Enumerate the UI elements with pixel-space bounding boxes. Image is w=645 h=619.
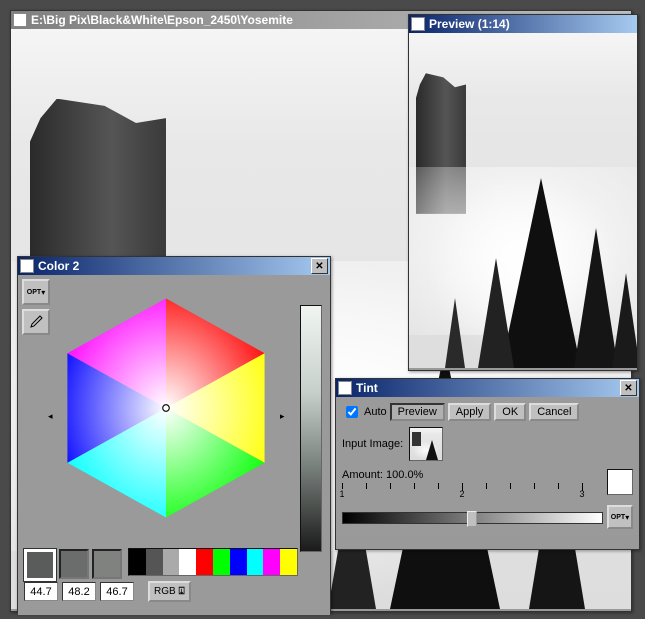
preview-window: Preview (1:14) xyxy=(408,14,638,371)
close-button[interactable]: ✕ xyxy=(311,258,328,274)
value-3-input[interactable] xyxy=(100,582,134,601)
window-icon xyxy=(20,259,34,273)
ok-button[interactable]: OK xyxy=(494,403,526,421)
color-panel-body: OPT▾ xyxy=(18,275,330,615)
color-titlebar[interactable]: Color 2 ✕ xyxy=(18,257,330,275)
input-image-thumbnail[interactable] xyxy=(409,427,443,461)
color-window: Color 2 ✕ OPT▾ xyxy=(17,256,331,613)
swatch-3[interactable] xyxy=(92,549,122,579)
tint-panel-body: Auto Preview Apply OK Cancel Input Image… xyxy=(336,397,639,535)
cancel-button[interactable]: Cancel xyxy=(529,403,579,421)
opt-button[interactable]: OPT▾ xyxy=(22,279,50,305)
eyedropper-button[interactable] xyxy=(22,309,50,335)
hex-right-arrow[interactable]: ▸ xyxy=(280,411,285,422)
tint-title: Tint xyxy=(356,381,620,395)
gradient-slider[interactable] xyxy=(342,512,603,524)
palette[interactable] xyxy=(128,548,298,576)
apply-button[interactable]: Apply xyxy=(448,403,492,421)
preview-title: Preview (1:14) xyxy=(429,17,635,31)
auto-label: Auto xyxy=(364,406,387,418)
close-button[interactable]: ✕ xyxy=(620,380,637,396)
color-hexagon[interactable] xyxy=(56,293,276,523)
output-color-swatch[interactable] xyxy=(607,469,633,495)
color-mode-button[interactable]: RGB ⍗ xyxy=(148,581,191,602)
tint-opt-button[interactable]: OPT▾ xyxy=(607,505,633,529)
input-image-label: Input Image: xyxy=(342,438,403,450)
tint-titlebar[interactable]: Tint ✕ xyxy=(336,379,639,397)
window-icon xyxy=(411,17,425,31)
preview-button[interactable]: Preview xyxy=(390,403,445,421)
hex-left-arrow[interactable]: ◂ xyxy=(48,411,53,422)
color-title: Color 2 xyxy=(38,259,311,273)
window-icon xyxy=(338,381,352,395)
swatch-2[interactable] xyxy=(59,549,89,579)
amount-value: 100.0% xyxy=(386,469,423,481)
opt-label: OPT xyxy=(611,514,625,521)
window-icon xyxy=(13,13,27,27)
eyedropper-icon xyxy=(29,315,43,329)
preview-titlebar[interactable]: Preview (1:14) xyxy=(409,15,637,33)
dropdown-icon: ⍗ xyxy=(179,586,185,597)
tint-window: Tint ✕ Auto Preview Apply OK Cancel Inpu… xyxy=(335,378,640,550)
preview-image-content[interactable] xyxy=(409,33,637,368)
value-2-input[interactable] xyxy=(62,582,96,601)
luminance-slider[interactable] xyxy=(300,305,322,552)
amount-ruler: 1 2 3 xyxy=(342,483,582,501)
value-1-input[interactable] xyxy=(24,582,58,601)
swatch-1[interactable] xyxy=(24,549,56,581)
auto-checkbox[interactable] xyxy=(346,406,358,418)
swatch-row xyxy=(24,549,122,581)
amount-label: Amount: xyxy=(342,469,383,481)
color-mode-label: RGB xyxy=(154,586,176,597)
opt-label: OPT xyxy=(27,289,41,296)
